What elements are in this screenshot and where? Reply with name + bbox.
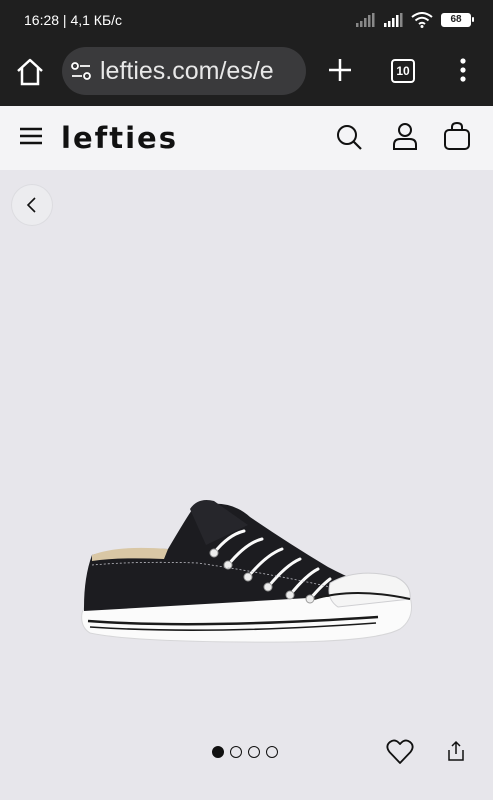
signal-icon	[384, 13, 403, 27]
status-time: 16:28 | 4,1 КБ/с	[24, 12, 123, 28]
shopping-bag-icon[interactable]	[443, 121, 471, 151]
search-icon[interactable]	[335, 123, 363, 151]
site-header: lefties	[0, 106, 493, 170]
tab-count: 10	[396, 64, 410, 78]
heart-icon[interactable]	[386, 738, 414, 766]
wifi-icon	[411, 12, 433, 28]
product-image[interactable]	[78, 495, 416, 645]
more-vertical-icon[interactable]	[455, 56, 471, 84]
plus-icon[interactable]	[326, 56, 354, 84]
carousel-dot[interactable]	[248, 746, 260, 758]
battery-icon: 68	[441, 13, 474, 27]
site-settings-icon[interactable]	[70, 61, 92, 81]
hamburger-menu-icon[interactable]	[20, 126, 42, 146]
carousel-dot[interactable]	[266, 746, 278, 758]
battery-level: 68	[450, 14, 462, 25]
status-icons: 68	[355, 12, 474, 28]
signal-icon	[356, 13, 375, 27]
address-bar[interactable]: lefties.com/es/e	[62, 47, 306, 95]
account-icon[interactable]	[392, 122, 418, 150]
url-text[interactable]: lefties.com/es/e	[100, 57, 274, 86]
carousel-indicator	[212, 746, 278, 758]
product-gallery[interactable]	[0, 170, 493, 800]
site-logo[interactable]: lefties	[61, 121, 178, 155]
back-button[interactable]	[12, 185, 52, 225]
carousel-dot[interactable]	[230, 746, 242, 758]
status-bar: 16:28 | 4,1 КБ/с 68	[0, 0, 493, 40]
tab-switcher-icon[interactable]: 10	[391, 59, 415, 83]
chevron-left-icon	[26, 197, 36, 213]
home-icon[interactable]	[14, 56, 46, 88]
browser-toolbar: lefties.com/es/e 10	[0, 40, 493, 106]
carousel-dot[interactable]	[212, 746, 224, 758]
share-icon[interactable]	[446, 740, 466, 762]
